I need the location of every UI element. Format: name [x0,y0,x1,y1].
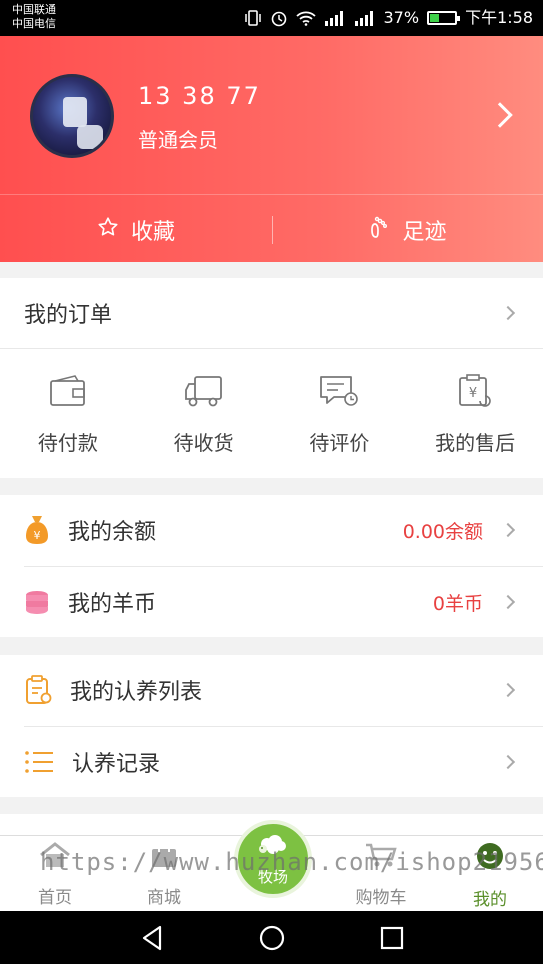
comment-clock-icon [318,374,360,413]
orders-title: 我的订单 [24,303,113,328]
home-circle-icon[interactable] [252,923,292,953]
chevron-right-icon[interactable] [487,102,513,128]
avatar[interactable] [30,74,114,158]
balance-row[interactable]: ¥ 我的余额 0.00余额 [0,495,543,565]
coins-label: 我的羊币 [68,592,157,617]
balance-value: 0.00余额 [402,520,483,543]
tab-mine-label: 我的 [473,890,507,910]
chevron-right-icon [500,594,516,610]
chevron-right-icon [500,682,516,698]
chevron-right-icon [500,305,516,321]
profile-header[interactable]: 13 38 77 普通会员 收藏 足迹 [0,36,543,262]
tab-mall-label: 商城 [147,888,181,908]
clock: 下午1:58 [465,8,533,27]
orders-section: 我的订单 待付款 待收货 待评价 ¥ 我的售后 [0,278,543,478]
status-indicators: 37% 下午1:58 [244,7,533,29]
wallet-icon [48,374,88,413]
svg-text:¥: ¥ [469,386,477,401]
carrier-1: 中国联通 [12,3,56,16]
carrier-labels: 中国联通 中国电信 [12,3,56,31]
chevron-right-icon [500,522,516,538]
adoption-section: 我的认养列表 认养记录 [0,655,543,797]
order-status-grid: 待付款 待收货 待评价 ¥ 我的售后 [0,350,543,478]
star-icon [97,216,119,244]
order-pending-receipt[interactable]: 待收货 [136,350,272,478]
order-item-label: 待评价 [309,431,370,455]
battery-percent: 37% [383,8,420,27]
clipboard-icon [24,675,52,705]
recents-icon[interactable] [372,923,412,953]
tab-home-label: 首页 [38,888,72,908]
money-bag-icon: ¥ [24,514,50,546]
wifi-icon [295,10,316,26]
divider [0,348,543,349]
adoption-list-row[interactable]: 我的认养列表 [0,655,543,725]
adoption-records-label: 认养记录 [72,752,161,777]
status-bar: 中国联通 中国电信 37% 下午1:58 [0,0,543,36]
member-level: 普通会员 [138,128,218,152]
divider [0,194,543,195]
order-item-label: 待收货 [173,431,234,455]
coin-stack-icon [24,589,50,615]
order-after-sale[interactable]: ¥ 我的售后 [407,350,543,478]
user-phone: 13 38 77 [138,82,261,110]
signal-icon [324,10,346,26]
adoption-list-label: 我的认养列表 [70,680,203,705]
favorites-button[interactable]: 收藏 [0,212,272,248]
list-icon [24,749,54,775]
truck-icon [183,374,225,413]
battery-icon [427,11,461,25]
order-pending-payment[interactable]: 待付款 [0,350,136,478]
vibrate-icon [244,10,262,26]
adoption-records-row[interactable]: 认养记录 [0,727,543,797]
signal-4g-icon [354,10,376,26]
my-orders-row[interactable]: 我的订单 [0,278,543,348]
order-pending-review[interactable]: 待评价 [272,350,408,478]
coins-row[interactable]: 我的羊币 0羊币 [0,567,543,637]
footprint-button[interactable]: 足迹 [272,212,543,248]
svg-text:¥: ¥ [34,529,41,542]
coins-value: 0羊币 [432,592,483,615]
order-item-label: 待付款 [37,431,98,455]
after-sale-icon: ¥ [455,374,495,413]
assets-section: ¥ 我的余额 0.00余额 我的羊币 0羊币 [0,495,543,637]
favorites-label: 收藏 [130,220,175,245]
order-item-label: 我的售后 [435,431,516,455]
alarm-icon [270,9,288,27]
watermark: https://www.huzhan.com/ishop21956 [40,848,543,876]
carrier-2: 中国电信 [12,17,56,30]
back-icon[interactable] [132,923,172,953]
balance-label: 我的余额 [68,520,157,545]
footprint-label: 足迹 [402,220,447,245]
system-nav-bar [0,911,543,964]
footprint-icon [368,215,390,245]
tab-cart-label: 购物车 [355,888,407,908]
chevron-right-icon [500,754,516,770]
